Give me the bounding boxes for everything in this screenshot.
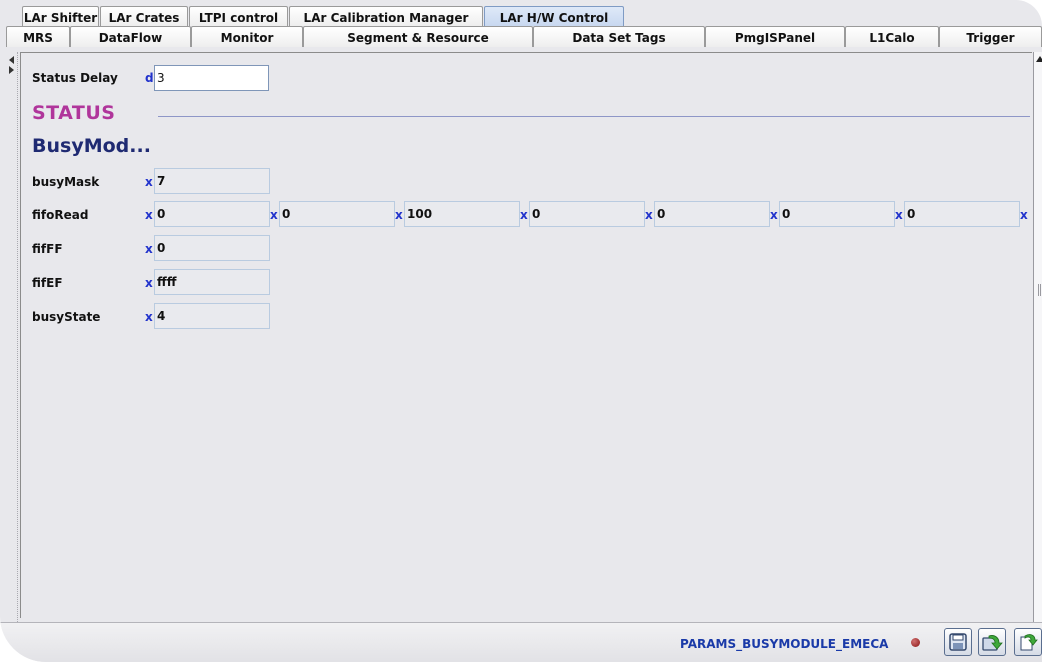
tab-data-set-tags[interactable]: Data Set Tags (533, 26, 705, 47)
section-title: STATUS (32, 102, 116, 124)
row-type-fifef: x (145, 276, 153, 290)
module-title: BusyMod... (32, 135, 151, 157)
fiforead-value-6: 0 (904, 201, 1020, 227)
row-type-busymask: x (145, 175, 153, 189)
panel-content (20, 52, 1032, 618)
status-delay-label: Status Delay (32, 71, 118, 85)
tab-pmgispanel[interactable]: PmgISPanel (705, 26, 845, 47)
fiforead-value-2: 100 (404, 201, 520, 227)
tab-ltpi-control[interactable]: LTPI control (189, 6, 288, 26)
row-label-fifef: fifEF (32, 276, 63, 290)
tab-bar-primary: LAr Shifter LAr Crates LTPI control LAr … (22, 6, 1042, 26)
fiforead-type-2: x (395, 208, 403, 222)
fiforead-value-5: 0 (779, 201, 895, 227)
fifff-value: 0 (154, 235, 270, 261)
fiforead-type-3: x (520, 208, 528, 222)
tab-lar-calibration-manager[interactable]: LAr Calibration Manager (289, 6, 483, 26)
fiforead-type-6: x (895, 208, 903, 222)
fiforead-type-4: x (645, 208, 653, 222)
fiforead-value-0: 0 (154, 201, 270, 227)
row-type-fifff: x (145, 242, 153, 256)
fiforead-value-3: 0 (529, 201, 645, 227)
scroll-thumb-grip[interactable] (1038, 284, 1041, 296)
tab-lar-crates[interactable]: LAr Crates (100, 6, 188, 26)
tab-mrs[interactable]: MRS (6, 26, 70, 47)
load-icon[interactable] (978, 628, 1006, 656)
tab-bar-secondary: MRS DataFlow Monitor Segment & Resource … (6, 26, 1042, 47)
busystate-value: 4 (154, 303, 270, 329)
scroll-up-icon[interactable] (1035, 54, 1042, 64)
status-indicator-icon (911, 638, 920, 647)
fiforead-type-7: x (1020, 208, 1028, 222)
tab-l1calo[interactable]: L1Calo (845, 26, 939, 47)
save-icon[interactable] (944, 628, 972, 656)
fiforead-type-5: x (770, 208, 778, 222)
fiforead-type-0: x (145, 208, 153, 222)
row-label-busystate: busyState (32, 310, 101, 324)
tab-lar-shifter[interactable]: LAr Shifter (22, 6, 99, 26)
row-label-fifff: fifFF (32, 242, 63, 256)
busymask-value: 7 (154, 168, 270, 194)
row-label-busymask: busyMask (32, 175, 100, 189)
vertical-scrollbar[interactable] (1033, 52, 1042, 640)
module-name-label: PARAMS_BUSYMODULE_EMECA (680, 637, 889, 651)
refresh-icon[interactable] (1014, 628, 1042, 656)
status-delay-type: d (145, 71, 154, 85)
status-delay-input[interactable]: 3 (154, 65, 269, 91)
row-label-fiforead: fifoRead (32, 208, 89, 222)
collapse-left-icon[interactable] (6, 54, 18, 74)
row-type-busystate: x (145, 310, 153, 324)
tab-lar-hw-control[interactable]: LAr H/W Control (484, 6, 624, 26)
tab-trigger[interactable]: Trigger (939, 26, 1042, 47)
left-splitter[interactable] (6, 52, 18, 622)
section-divider (158, 116, 1030, 117)
fifef-value: ffff (154, 269, 270, 295)
tab-dataflow[interactable]: DataFlow (70, 26, 191, 47)
tab-monitor[interactable]: Monitor (191, 26, 303, 47)
tab-segment-resource[interactable]: Segment & Resource (303, 26, 533, 47)
fiforead-value-4: 0 (654, 201, 770, 227)
fiforead-type-1: x (270, 208, 278, 222)
fiforead-value-1: 0 (279, 201, 395, 227)
app-window: LAr Shifter LAr Crates LTPI control LAr … (0, 0, 1042, 662)
